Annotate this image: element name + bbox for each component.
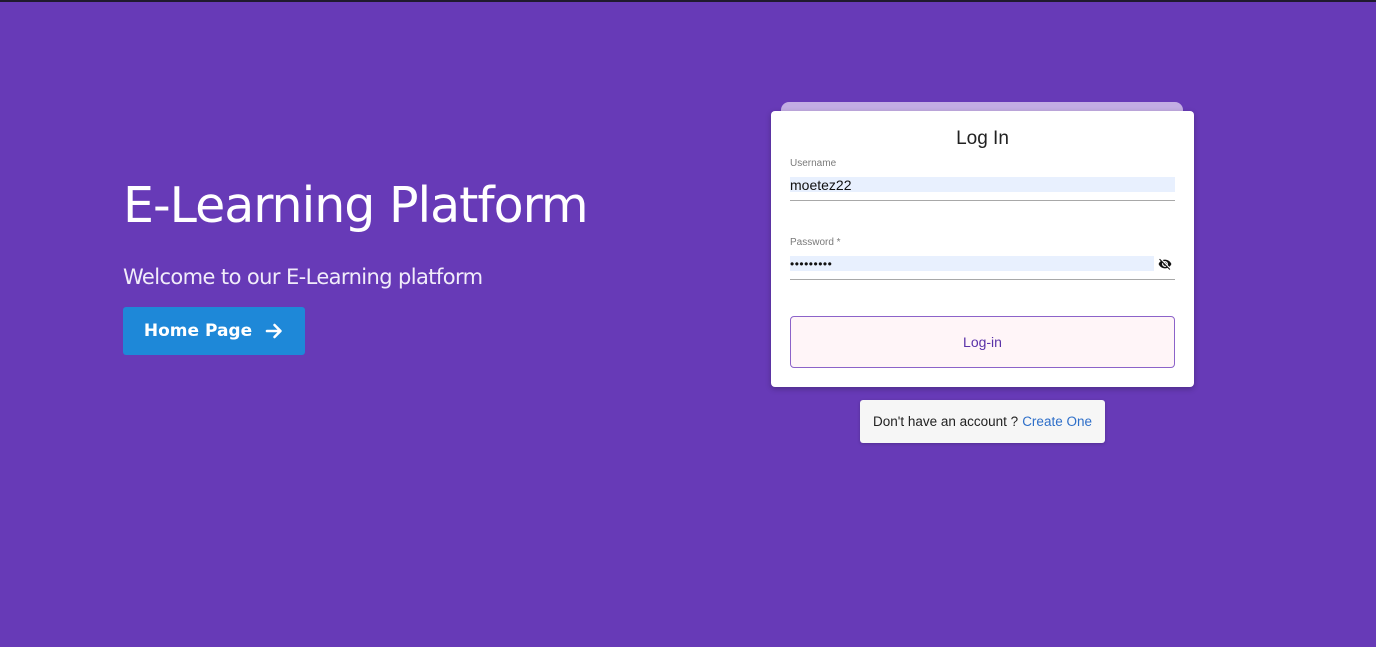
username-input[interactable] (790, 177, 1175, 192)
login-card-title: Log In (956, 128, 1009, 149)
eye-off-icon[interactable] (1157, 256, 1173, 272)
hero-title: E-Learning Platform (123, 177, 589, 234)
username-label: Username (790, 158, 837, 169)
signup-prompt-text: Don't have an account ? (873, 414, 1019, 429)
login-card: Log In Username Password * Log-in (771, 111, 1194, 387)
create-account-link[interactable]: Create One (1022, 414, 1092, 429)
password-input[interactable] (790, 256, 1154, 271)
password-field: Password * (790, 236, 1175, 280)
password-label: Password * (790, 237, 841, 248)
hero-subtitle: Welcome to our E-Learning platform (123, 265, 483, 289)
signup-prompt-box: Don't have an account ? Create One (860, 400, 1105, 443)
home-page-button-label: Home Page (143, 321, 253, 341)
password-input-wrapper (790, 253, 1175, 280)
username-field: Username (790, 157, 1175, 201)
home-page-button[interactable]: Home Page (123, 307, 305, 355)
login-submit-button[interactable]: Log-in (790, 316, 1175, 368)
username-input-wrapper (790, 174, 1175, 201)
arrow-right-icon (264, 321, 284, 341)
